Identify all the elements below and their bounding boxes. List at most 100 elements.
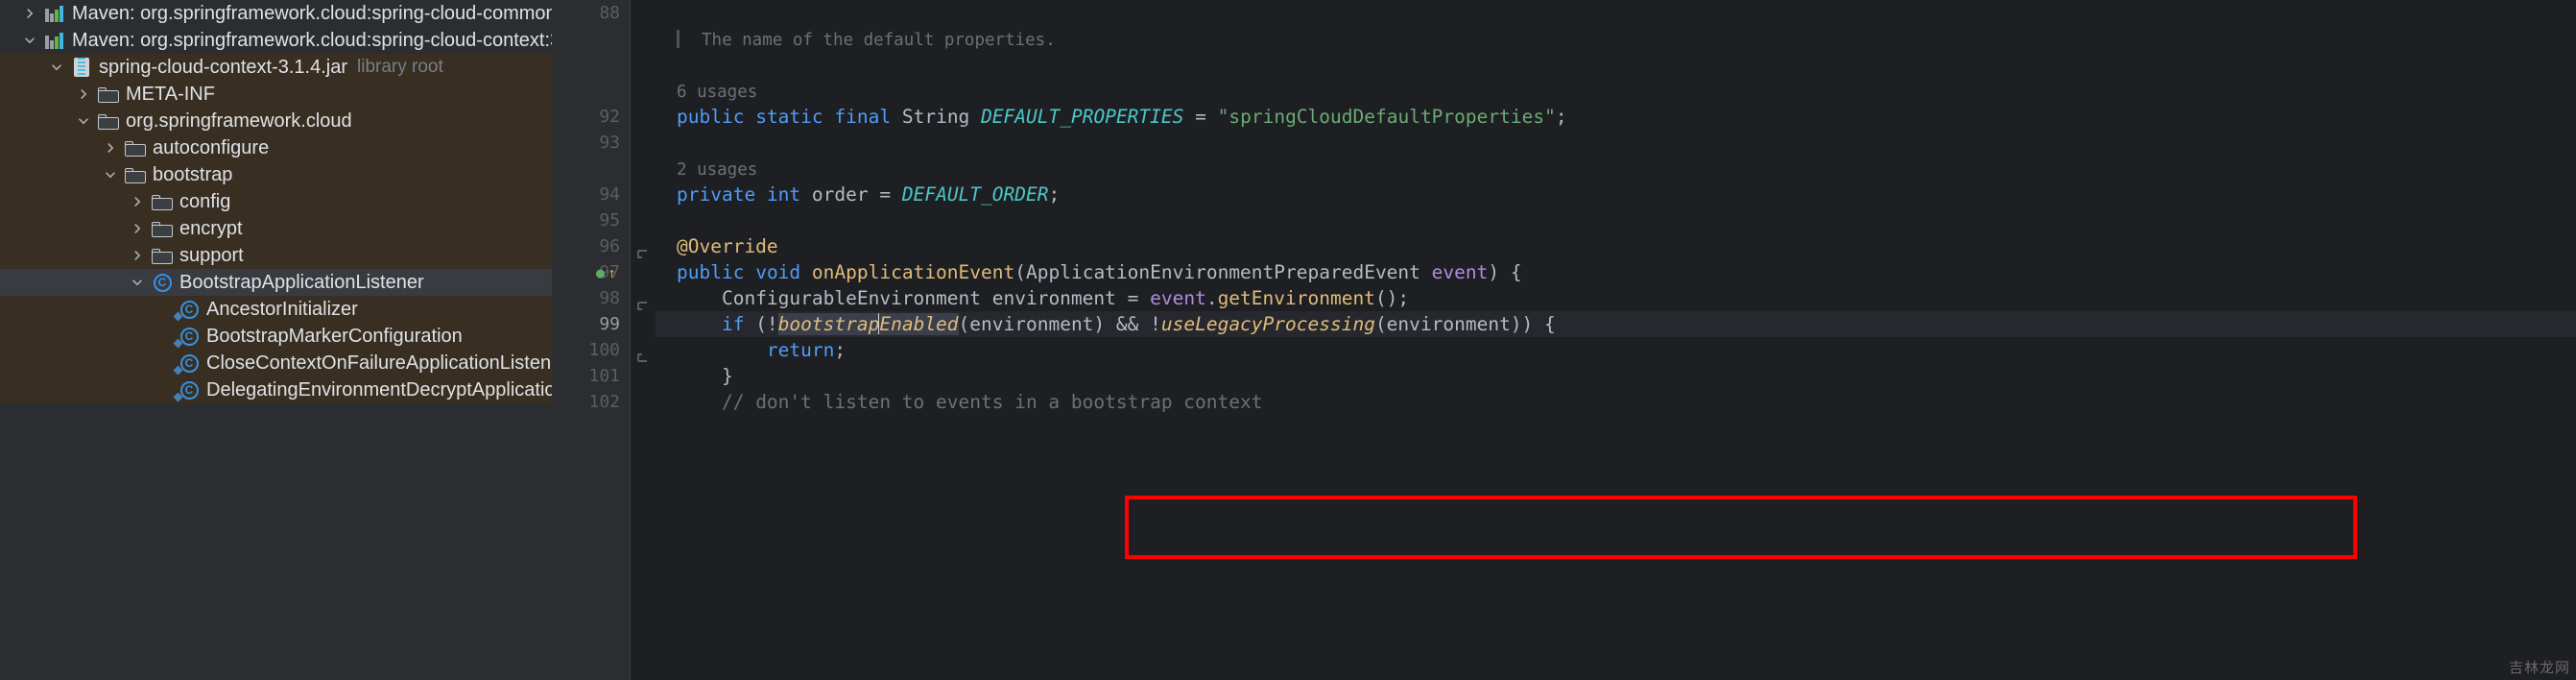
gutter-line-number[interactable] bbox=[552, 78, 630, 104]
code-line[interactable]: if (!bootstrapEnabled(environment) && !u… bbox=[656, 311, 2576, 337]
code-token: "springCloudDefaultProperties" bbox=[1217, 106, 1556, 128]
usages-hint[interactable]: 6 usages bbox=[656, 78, 2576, 104]
line-number: 101 bbox=[588, 366, 620, 386]
code-token: return bbox=[766, 339, 835, 361]
code-line[interactable]: return; bbox=[656, 337, 2576, 363]
inner-class-icon: C bbox=[177, 327, 202, 346]
folder-icon bbox=[96, 113, 121, 130]
gutter-line-number[interactable]: 96 bbox=[552, 233, 630, 259]
tree-item-bootstrap-marker-configuration[interactable]: C BootstrapMarkerConfiguration bbox=[0, 323, 552, 350]
tree-item-ancestor-initializer[interactable]: C AncestorInitializer bbox=[0, 296, 552, 323]
tree-item-autoconfigure[interactable]: autoconfigure bbox=[0, 134, 552, 161]
gutter-line-number[interactable]: 95 bbox=[552, 207, 630, 233]
code-line-blank[interactable] bbox=[656, 52, 2576, 78]
tree-item-support[interactable]: support bbox=[0, 242, 552, 269]
tree-item-bootstrap[interactable]: bootstrap bbox=[0, 161, 552, 188]
code-token: ; bbox=[1048, 183, 1061, 206]
code-line[interactable]: } bbox=[656, 363, 2576, 389]
tree-item-label: spring-cloud-context-3.1.4.jar bbox=[99, 57, 348, 78]
tree-item-jar[interactable]: spring-cloud-context-3.1.4.jar library ro… bbox=[0, 54, 552, 81]
folder-icon bbox=[96, 86, 121, 103]
editor-gutter[interactable]: 88 92 93 94 95 96 97 ● ↑ 98 99 100 101 102 bbox=[552, 0, 631, 680]
run-gutter-icon[interactable]: ● bbox=[596, 264, 605, 281]
gutter-line-number[interactable]: 94 bbox=[552, 182, 630, 207]
usages-count[interactable]: 2 usages bbox=[677, 160, 757, 180]
code-token: onApplicationEvent bbox=[811, 261, 1015, 283]
tree-item-maven-commons[interactable]: Maven: org.springframework.cloud:spring-… bbox=[0, 0, 552, 27]
tree-item-config[interactable]: config bbox=[0, 188, 552, 215]
override-method-icon[interactable]: ↑ bbox=[608, 264, 616, 281]
gutter-line-number[interactable]: 100 bbox=[552, 337, 630, 363]
code-token: order bbox=[811, 183, 869, 206]
tree-item-label: AncestorInitializer bbox=[206, 299, 358, 320]
chevron-down-icon[interactable] bbox=[125, 276, 150, 289]
usages-count[interactable]: 6 usages bbox=[677, 83, 757, 102]
code-line[interactable]: @Override bbox=[656, 233, 2576, 259]
gutter-line-number[interactable] bbox=[552, 156, 630, 182]
gutter-line-number[interactable] bbox=[552, 52, 630, 78]
ide-window: Maven: org.springframework.cloud:spring-… bbox=[0, 0, 2576, 680]
code-fold-strip[interactable] bbox=[631, 0, 656, 680]
chevron-down-icon[interactable] bbox=[17, 34, 42, 47]
tree-item-package-root[interactable]: org.springframework.cloud bbox=[0, 108, 552, 134]
chevron-right-icon[interactable] bbox=[125, 222, 150, 235]
chevron-down-icon[interactable] bbox=[71, 114, 96, 128]
tree-item-encrypt[interactable]: encrypt bbox=[0, 215, 552, 242]
gutter-line-number[interactable]: 101 bbox=[552, 363, 630, 389]
inner-class-icon: C bbox=[177, 353, 202, 373]
code-line[interactable]: private int order = DEFAULT_ORDER; bbox=[656, 182, 2576, 207]
code-line[interactable]: // don't listen to events in a bootstrap… bbox=[656, 389, 2576, 415]
tree-item-close-context-on-failure[interactable]: C CloseContextOnFailureApplicationListene… bbox=[0, 350, 552, 376]
line-number: 98 bbox=[599, 288, 620, 308]
gutter-line-number[interactable]: 98 bbox=[552, 285, 630, 311]
gutter-line-number[interactable]: 99 bbox=[552, 311, 630, 337]
gutter-line-number[interactable]: 88 bbox=[552, 0, 630, 26]
doc-comment-hint[interactable]: The name of the default properties. bbox=[656, 26, 2576, 52]
usages-hint[interactable]: 2 usages bbox=[656, 156, 2576, 182]
code-token: event bbox=[1150, 287, 1206, 309]
fold-marker-icon[interactable] bbox=[636, 248, 649, 260]
gutter-line-number[interactable]: 92 bbox=[552, 104, 630, 130]
chevron-down-icon[interactable] bbox=[98, 168, 123, 182]
project-tree-panel[interactable]: Maven: org.springframework.cloud:spring-… bbox=[0, 0, 552, 680]
chevron-down-icon[interactable] bbox=[44, 61, 69, 74]
code-line[interactable]: public static final String DEFAULT_PROPE… bbox=[656, 104, 2576, 130]
gutter-line-number[interactable]: 93 bbox=[552, 130, 630, 156]
code-token: DEFAULT_PROPERTIES bbox=[981, 106, 1184, 128]
code-line[interactable]: public void onApplicationEvent(Applicati… bbox=[656, 259, 2576, 285]
code-token: final bbox=[834, 106, 892, 128]
code-line-blank[interactable] bbox=[656, 0, 2576, 26]
gutter-line-number[interactable]: 102 bbox=[552, 389, 630, 415]
tree-item-label: BootstrapApplicationListener bbox=[179, 272, 424, 293]
code-line[interactable]: ConfigurableEnvironment environment = ev… bbox=[656, 285, 2576, 311]
tree-item-delegating-env-decrypt[interactable]: CDelegatingEnvironmentDecryptApplication… bbox=[0, 376, 552, 403]
code-line-blank[interactable] bbox=[656, 207, 2576, 233]
code-token: ; bbox=[1555, 106, 1567, 128]
fold-marker-icon[interactable] bbox=[636, 352, 649, 364]
tree-item-maven-context[interactable]: Maven: org.springframework.cloud:spring-… bbox=[0, 27, 552, 54]
chevron-right-icon[interactable] bbox=[125, 195, 150, 208]
chevron-right-icon[interactable] bbox=[98, 141, 123, 155]
gutter-line-number[interactable] bbox=[552, 26, 630, 52]
class-icon: C bbox=[150, 273, 175, 292]
tree-item-meta-inf[interactable]: META-INF bbox=[0, 81, 552, 108]
tree-item-sublabel: library root bbox=[357, 57, 443, 77]
doc-comment-text: The name of the default properties. bbox=[702, 31, 1056, 50]
line-number: 102 bbox=[588, 392, 620, 412]
code-editor[interactable]: The name of the default properties. 6 us… bbox=[656, 0, 2576, 680]
fold-marker-icon[interactable] bbox=[636, 300, 649, 312]
maven-icon bbox=[42, 5, 67, 22]
tree-item-bootstrap-application-listener[interactable]: C BootstrapApplicationListener bbox=[0, 269, 552, 296]
chevron-right-icon[interactable] bbox=[125, 249, 150, 262]
gutter-line-number[interactable]: 97 ● ↑ bbox=[552, 259, 630, 285]
code-line-blank[interactable] bbox=[656, 130, 2576, 156]
chevron-right-icon[interactable] bbox=[71, 87, 96, 101]
chevron-right-icon[interactable] bbox=[17, 7, 42, 20]
code-token: void bbox=[755, 261, 801, 283]
code-token: static bbox=[755, 106, 823, 128]
code-token: @Override bbox=[677, 235, 778, 257]
folder-icon bbox=[150, 221, 175, 237]
